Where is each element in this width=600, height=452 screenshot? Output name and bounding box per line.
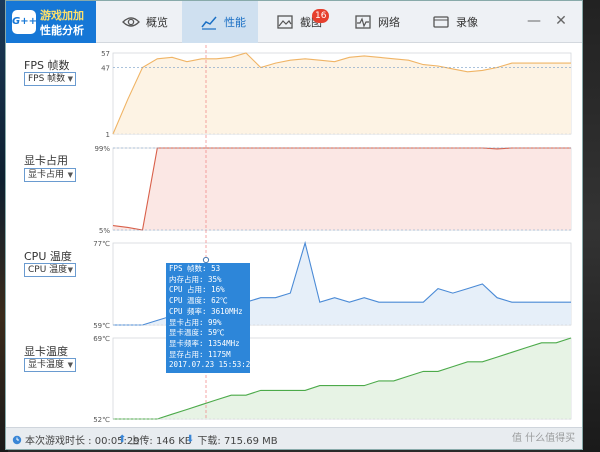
- image-icon: [277, 15, 293, 29]
- fps-metric-select[interactable]: FPS 帧数 ▼: [24, 72, 76, 86]
- tooltip-line: 2017.07.23 15:53:26: [169, 360, 255, 370]
- tooltip-line: 内存占用: 35%: [169, 274, 222, 284]
- cpu-temp-tick-label: 77℃: [93, 240, 110, 248]
- tab-performance-label: 性能: [224, 16, 246, 29]
- close-button[interactable]: ✕: [551, 11, 571, 31]
- tab-performance[interactable]: 性能: [182, 1, 258, 43]
- fps-tick-label: 1: [106, 131, 110, 139]
- download-stat: ⬇ 下载: 715.69 MB: [186, 432, 278, 447]
- tab-network[interactable]: 网络: [336, 1, 414, 43]
- desktop-background-right: [580, 0, 600, 452]
- tooltip-line: FPS 帧数: 53: [169, 264, 221, 273]
- status-bar: 本次游戏时长 : 00:05:29 ⬆ 上传: 146 KB ⬇ 下载: 715…: [6, 427, 582, 449]
- arrow-down-icon: ⬇: [186, 434, 195, 445]
- gpu-usage-tick-label: 99%: [94, 145, 110, 153]
- logo-title: 游戏加加: [40, 9, 84, 22]
- video-icon: [433, 16, 449, 28]
- gpu-usage-series-line: [112, 147, 571, 231]
- gpu-temp-select-value: 显卡温度: [28, 360, 65, 370]
- upload-stat: ⬆ 上传: 146 KB: [118, 432, 192, 447]
- pulse-icon: [355, 15, 371, 29]
- fps-area: [113, 53, 571, 134]
- clock-icon: [12, 435, 22, 444]
- gpu-usage-select-value: 显卡占用: [28, 170, 65, 180]
- performance-window: G++ 游戏加加 性能分析 概览 性能 截图 16 网络 录像 — ✕ FPS …: [5, 0, 583, 450]
- app-logo: G++ 游戏加加 性能分析: [6, 1, 96, 43]
- chevron-down-icon: ▼: [67, 266, 73, 274]
- hover-point: [202, 256, 210, 264]
- cpu-temp-panel-label: CPU 温度: [24, 250, 72, 263]
- tab-overview[interactable]: 概览: [104, 1, 182, 43]
- watermark: 值 什么值得买: [512, 433, 576, 444]
- tooltip-line: 显卡频率: 1354MHz: [169, 338, 240, 348]
- eye-icon: [122, 17, 140, 27]
- cpu-temp-metric-select[interactable]: CPU 温度 ▼: [24, 263, 76, 277]
- tab-screenshot[interactable]: 截图 16: [258, 1, 336, 43]
- chevron-down-icon: ▼: [67, 75, 73, 83]
- gpu-temp-tick-label: 52℃: [93, 416, 110, 424]
- fps-plot-area: [112, 52, 572, 135]
- tooltip-line: 显卡占用: 99%: [169, 317, 222, 327]
- tab-recording[interactable]: 录像: [414, 1, 492, 43]
- screenshot-count-badge: 16: [312, 9, 330, 23]
- gpu-temp-tick-label: 69℃: [93, 335, 110, 343]
- gpu-temp-panel-label: 显卡温度: [24, 345, 68, 358]
- cpu-temp-select-value: CPU 温度: [28, 265, 68, 275]
- fps-series-line: [112, 52, 571, 135]
- fps-select-value: FPS 帧数: [28, 74, 66, 84]
- performance-charts: 57 47 1 99% 5% 77℃ 59℃ 69℃ 52℃: [93, 45, 572, 424]
- tab-recording-label: 录像: [456, 16, 478, 29]
- tooltip-line: CPU 频率: 3610MHz: [169, 306, 243, 316]
- tooltip-line: CPU 占用: 16%: [169, 285, 225, 295]
- tooltip-line: 显卡温度: 59℃: [169, 328, 225, 338]
- upload-text: 上传: 146 KB: [129, 436, 192, 447]
- fps-tick-label: 47: [101, 64, 110, 72]
- line-chart-icon: [201, 16, 217, 30]
- download-text: 下载: 715.69 MB: [197, 436, 278, 447]
- gpu-usage-plot-area: [112, 147, 572, 231]
- tooltip-line: 显存占用: 1175M: [169, 349, 231, 359]
- gpu-usage-panel-label: 显卡占用: [24, 154, 68, 167]
- gpu-usage-area: [113, 148, 571, 230]
- tab-overview-label: 概览: [146, 16, 168, 29]
- fps-tick-label: 57: [101, 50, 110, 58]
- gpu-usage-metric-select[interactable]: 显卡占用 ▼: [24, 168, 76, 182]
- minimize-button[interactable]: —: [524, 11, 544, 31]
- tab-network-label: 网络: [378, 16, 400, 29]
- title-bar: G++ 游戏加加 性能分析 概览 性能 截图 16 网络 录像 — ✕: [6, 1, 582, 43]
- logo-subtitle: 性能分析: [40, 24, 84, 37]
- logo-badge: G++: [12, 10, 37, 34]
- data-tooltip: FPS 帧数: 53 内存占用: 35% CPU 占用: 16% CPU 温度: 62…: [166, 263, 255, 373]
- chevron-down-icon: ▼: [67, 361, 73, 369]
- arrow-up-icon: ⬆: [118, 434, 127, 445]
- cpu-temp-tick-label: 59℃: [93, 322, 110, 330]
- gpu-temp-metric-select[interactable]: 显卡温度 ▼: [24, 358, 76, 372]
- gpu-usage-tick-label: 5%: [99, 227, 110, 235]
- fps-panel-label: FPS 帧数: [24, 59, 70, 72]
- chevron-down-icon: ▼: [67, 171, 73, 179]
- tooltip-line: CPU 温度: 62℃: [169, 296, 228, 306]
